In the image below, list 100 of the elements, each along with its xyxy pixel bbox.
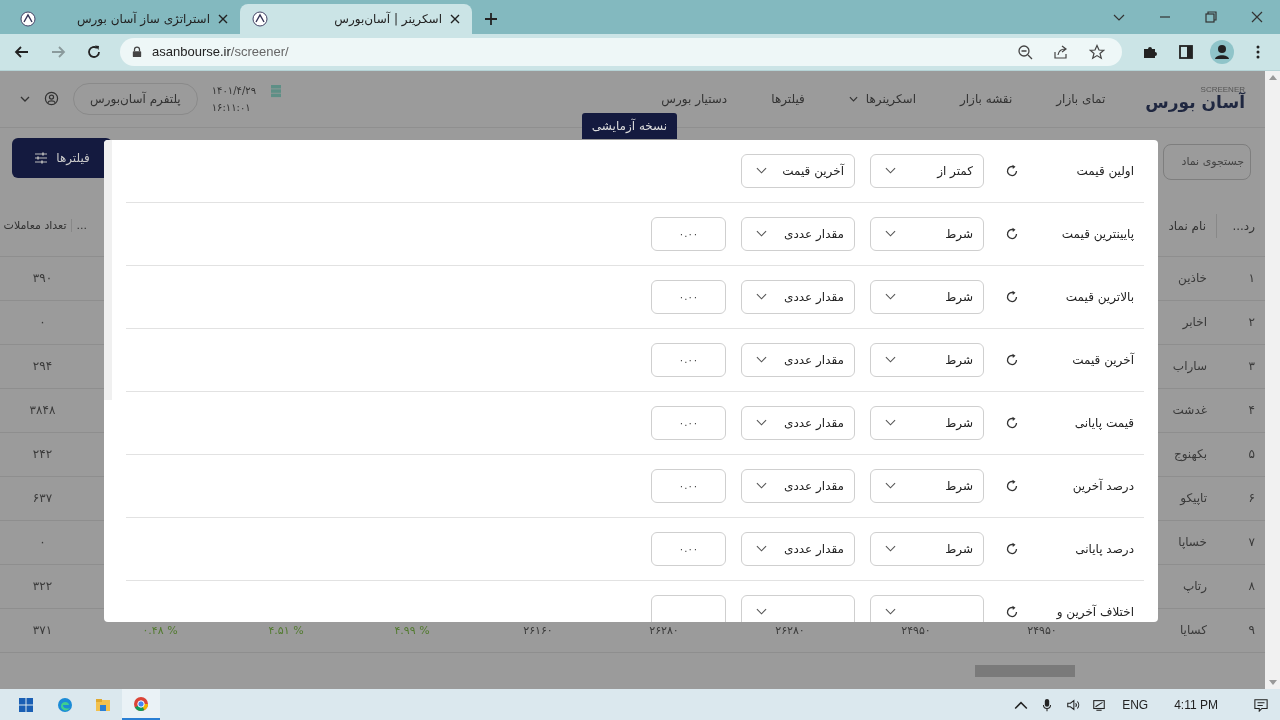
back-icon[interactable] [14, 43, 30, 60]
caret-icon[interactable] [20, 95, 30, 102]
table-cell: ۰.۴۸ % [142, 623, 178, 637]
start-icon[interactable] [18, 696, 34, 713]
table-cell: تاپیکو [1180, 491, 1207, 506]
network-icon[interactable] [1092, 697, 1107, 712]
filters-button[interactable]: فیلترها [12, 137, 112, 178]
platform-button[interactable]: پلتفرم آسان‌بورس [73, 82, 198, 115]
value-input[interactable]: ۰.۰۰ [651, 216, 726, 251]
condition-select[interactable]: شرط [870, 468, 984, 503]
filter-label: اختلاف آخرین و [1055, 604, 1135, 619]
language-indicator[interactable]: ENG [1122, 697, 1149, 712]
database-icon [270, 83, 283, 98]
value-input[interactable] [651, 594, 726, 622]
column-header[interactable]: تعداد معاملات [3, 219, 67, 233]
chevron-icon [885, 419, 896, 427]
condition-select[interactable]: شرط [870, 342, 984, 377]
chevron-icon [756, 230, 767, 238]
value-input[interactable]: ۰.۰۰ [651, 342, 726, 377]
profile-icon[interactable] [1210, 39, 1234, 64]
nav-link[interactable]: اسکرینرها [848, 91, 916, 106]
caret-icon[interactable] [848, 95, 858, 102]
chevron-icon [756, 608, 767, 616]
site-logo[interactable]: آسان بورس [1145, 94, 1245, 112]
value-input[interactable]: ۰.۰۰ [651, 279, 726, 314]
chevron-icon [756, 419, 767, 427]
reset-icon[interactable] [1004, 603, 1020, 620]
reset-icon[interactable] [1004, 540, 1020, 557]
operand-select[interactable]: مقدار عددی [741, 531, 855, 566]
table-cell: خساپا [1178, 535, 1207, 550]
restore-icon[interactable] [1204, 9, 1218, 24]
table-cell: ۹ [1248, 623, 1255, 638]
sliders-icon [34, 151, 49, 164]
reset-icon[interactable] [1004, 414, 1020, 431]
filter-label: آخرین قیمت [1071, 352, 1136, 367]
table-cell: بکهنوج [1173, 447, 1207, 462]
scrollbar-thumb[interactable] [104, 139, 112, 400]
user-icon[interactable] [44, 91, 59, 107]
operand-select[interactable]: مقدار عددی [741, 468, 855, 503]
reload-icon[interactable] [86, 43, 102, 60]
reset-icon[interactable] [1004, 477, 1020, 494]
taskbar-app[interactable] [122, 689, 160, 720]
table-cell: ۷ [1248, 535, 1255, 550]
address-bar[interactable]: asanbourse.ir/screener/ [120, 37, 1122, 66]
table-cell: ۳۹۰ [32, 271, 53, 286]
value-input[interactable]: ۰.۰۰ [651, 468, 726, 503]
scrollbar-thumb[interactable] [975, 664, 1075, 677]
browser-icon [57, 696, 73, 713]
table-cell: اخابر [1182, 315, 1207, 330]
star-icon[interactable] [1089, 43, 1105, 60]
site-logo-icon [20, 10, 36, 27]
speaker-icon[interactable] [1066, 697, 1081, 712]
nav-link[interactable]: دستیار بورس [661, 91, 728, 106]
folder-icon [95, 696, 111, 713]
close-icon[interactable] [218, 13, 228, 24]
reset-icon[interactable] [1004, 351, 1020, 368]
filter-label: اولین قیمت [1075, 163, 1135, 178]
search-field[interactable]: جستجوی نماد [1163, 143, 1251, 180]
table-cell: ۴.۵۱ % [268, 623, 304, 637]
chevron-icon [885, 482, 896, 490]
clock-text[interactable]: 4:11 PM [1174, 697, 1218, 712]
filter-label: درصد آخرین [1071, 478, 1135, 493]
condition-select[interactable]: شرط [870, 279, 984, 314]
table-cell: ۴.۹۹ % [394, 623, 430, 637]
table-cell: ۱ [1248, 271, 1255, 286]
condition-select[interactable]: کمتر از [870, 153, 984, 188]
column-header[interactable]: ... [70, 219, 87, 233]
operand-select[interactable]: مقدار عددی [741, 405, 855, 440]
chevron-icon [885, 356, 896, 364]
notification-icon[interactable] [1254, 697, 1268, 712]
reset-icon[interactable] [1004, 225, 1020, 242]
close-icon[interactable] [450, 13, 460, 24]
lock-icon [132, 45, 142, 58]
table-cell: ۵ [1248, 447, 1255, 462]
new-tab-icon[interactable] [484, 11, 498, 26]
browser-icon [133, 695, 149, 712]
share-icon[interactable] [1053, 43, 1069, 60]
condition-select[interactable]: شرط [870, 531, 984, 566]
side-panel-icon[interactable] [1178, 43, 1194, 60]
table-cell: ۲۴۹۵۰ [901, 623, 931, 637]
reset-icon[interactable] [1004, 162, 1020, 179]
condition-select[interactable]: شرط [870, 405, 984, 440]
tab-title: استراتژی ساز آسان بورس [75, 11, 210, 26]
operand-select[interactable]: آخرین قیمت [741, 153, 855, 188]
browser-tab[interactable]: استراتژی ساز آسان بورس [8, 3, 240, 34]
condition-select[interactable]: شرط [870, 216, 984, 251]
value-input[interactable]: ۰.۰۰ [651, 531, 726, 566]
close-icon[interactable] [1250, 9, 1264, 24]
column-header[interactable]: رد... [1217, 195, 1265, 256]
operand-select[interactable]: مقدار عددی [741, 216, 855, 251]
nav-link[interactable]: تمای بازار [1056, 91, 1106, 106]
nav-link[interactable]: نقشه بازار [960, 91, 1013, 106]
reset-icon[interactable] [1004, 288, 1020, 305]
operand-select[interactable]: مقدار عددی [741, 279, 855, 314]
nav-link[interactable]: فیلترها [771, 91, 805, 106]
value-input[interactable]: ۰.۰۰ [651, 405, 726, 440]
zoom-out-icon[interactable] [1017, 43, 1033, 60]
table-cell: ۳۸۴۸ [29, 403, 56, 418]
browser-tab[interactable]: اسکرینر | آسان‌بورس [240, 3, 472, 34]
operand-select[interactable]: مقدار عددی [741, 342, 855, 377]
